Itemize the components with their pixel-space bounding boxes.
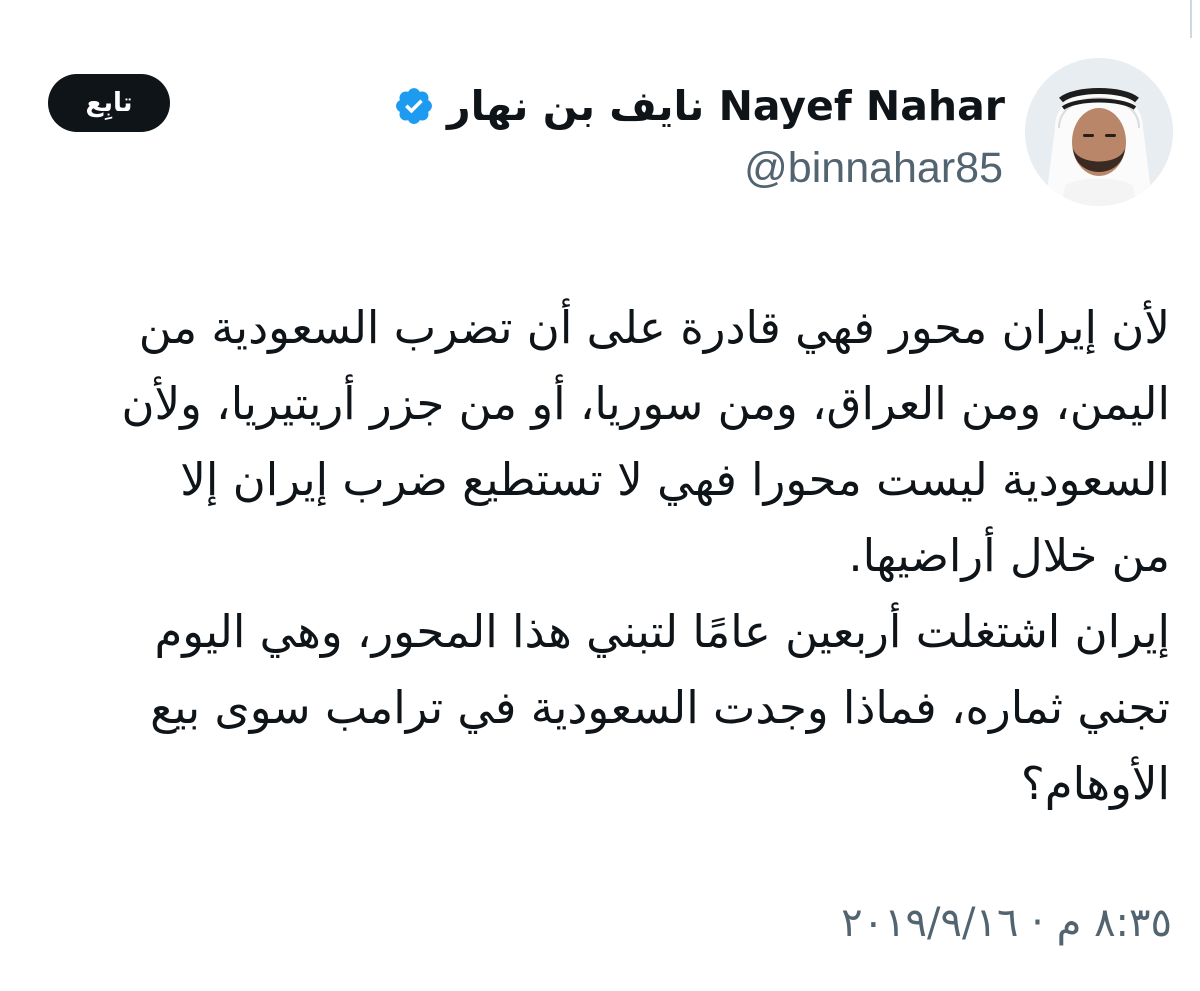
author-handle[interactable]: @binnahar85 <box>744 140 1003 196</box>
verified-badge-icon <box>396 88 432 124</box>
author-name-row: نايف بن نهار Nayef Nahar <box>393 78 1005 134</box>
author-avatar[interactable] <box>1025 58 1173 206</box>
tweet-line: لأن إيران محور فهي قادرة على أن تضرب الس… <box>138 301 1170 354</box>
tweet-timestamp[interactable]: ٨:٣٥ م · ٢٠١٩/٩/١٦ <box>841 893 1172 953</box>
follow-button[interactable]: تابِع <box>48 74 170 132</box>
person-in-ghutra-avatar-icon <box>1025 58 1173 206</box>
tweet-line: اليمن، ومن العراق، ومن سوريا، أو من جزر … <box>121 377 1170 430</box>
tweet-line: الأوهام؟ <box>1020 757 1170 810</box>
tweet-line: تجني ثماره، فماذا وجدت السعودية في ترامب… <box>150 681 1170 734</box>
tweet-card: نايف بن نهار Nayef Nahar @binnahar85 تاب… <box>0 0 1200 991</box>
tweet-line: السعودية ليست محورا فهي لا تستطيع ضرب إي… <box>180 453 1170 506</box>
tweet-line: من خلال أراضيها. <box>848 529 1170 582</box>
tweet-text: لأن إيران محور فهي قادرة على أن تضرب الس… <box>40 290 1170 822</box>
thread-connector <box>1190 0 1192 38</box>
tweet-line: إيران اشتغلت أربعين عامًا لتبني هذا المح… <box>154 605 1170 658</box>
author-display-name[interactable]: نايف بن نهار Nayef Nahar <box>447 78 1005 134</box>
